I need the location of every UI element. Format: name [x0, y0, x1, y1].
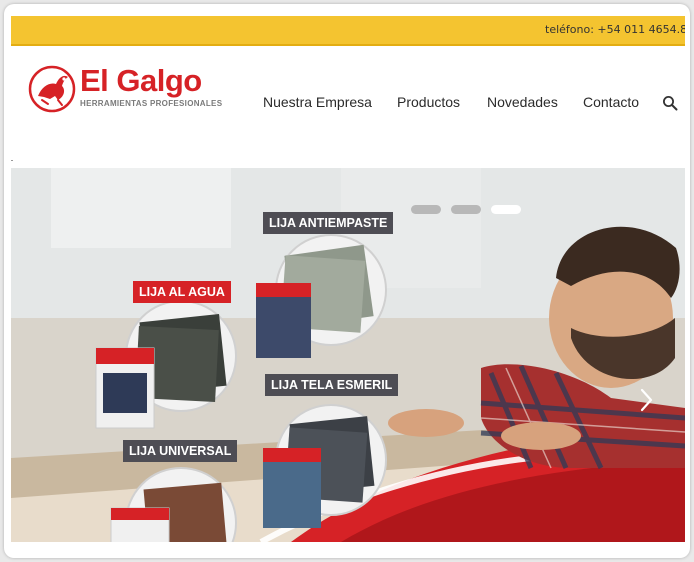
slider-dot-1[interactable] — [411, 205, 441, 214]
nav-item-nuestra-empresa[interactable]: Nuestra Empresa — [263, 94, 372, 110]
product-label-tela-esmeril: LIJA TELA ESMERIL — [265, 374, 399, 396]
nav-item-novedades[interactable]: Novedades — [487, 94, 558, 110]
product-label-antiempaste: LIJA ANTIEMPASTE — [263, 212, 394, 234]
search-icon[interactable] — [662, 95, 678, 111]
slider-dot-3[interactable] — [491, 205, 521, 214]
brand-name: El Galgo — [80, 63, 202, 98]
product-label-al-agua: LIJA AL AGUA — [133, 281, 231, 303]
nav-item-productos[interactable]: Productos — [397, 94, 460, 110]
chevron-right-icon[interactable] — [636, 386, 656, 414]
main-navigation: Nuestra Empresa Productos Novedades Cont… — [4, 94, 690, 118]
phone-number[interactable]: teléfono: +54 011 4654.80 — [545, 23, 685, 36]
nav-item-contacto[interactable]: Contacto — [583, 94, 639, 110]
slider-dot-2[interactable] — [451, 205, 481, 214]
hero-slider[interactable]: LIJA ANTIEMPASTE LIJA AL AGUA LIJA TELA … — [11, 168, 685, 542]
product-label-universal: LIJA UNIVERSAL — [123, 440, 238, 462]
divider-mark — [11, 160, 13, 161]
top-info-bar: teléfono: +54 011 4654.80 — [11, 16, 685, 46]
browser-viewport: teléfono: +54 011 4654.80 El Galgo HERRA… — [4, 4, 690, 558]
